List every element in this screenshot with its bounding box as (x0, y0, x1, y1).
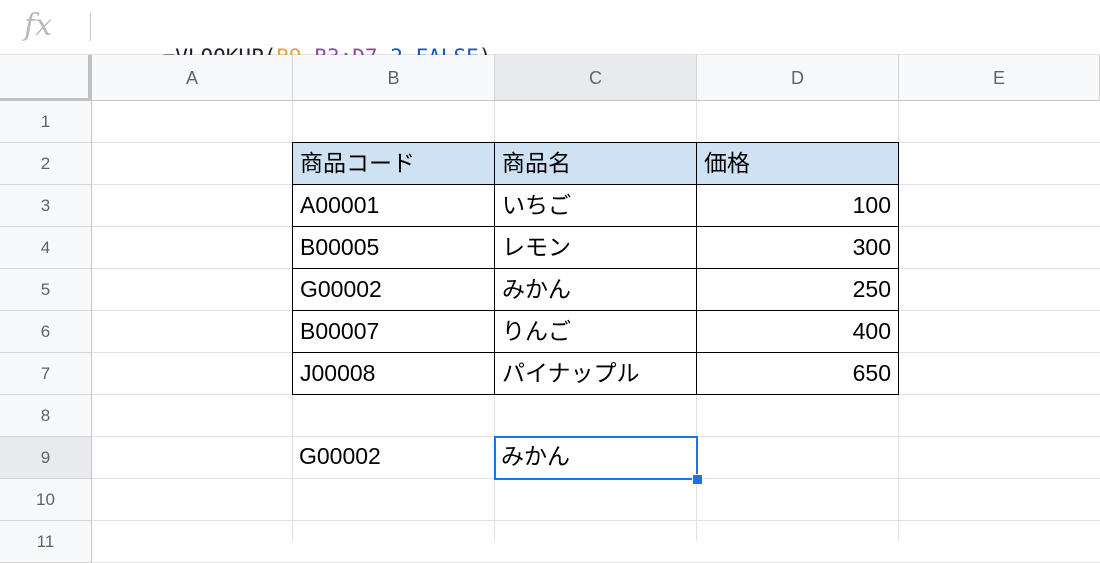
column-header-c[interactable]: C (495, 55, 697, 101)
spreadsheet-grid: A B C D E 1 2 3 4 5 6 7 8 9 10 11 商品コード 商品名 価格 A00001 いちご 100… (0, 55, 1100, 563)
product-code-cell[interactable]: G00002 (292, 268, 495, 311)
column-header-a[interactable]: A (92, 55, 293, 101)
price-cell[interactable]: 400 (696, 310, 899, 353)
price-cell[interactable]: 100 (696, 184, 899, 227)
row-header-2[interactable]: 2 (0, 143, 92, 185)
row-header-5[interactable]: 5 (0, 269, 92, 311)
product-name-cell[interactable]: パイナップル (494, 352, 697, 395)
table-header-cell[interactable]: 商品コード (292, 142, 495, 185)
row-header-6[interactable]: 6 (0, 311, 92, 353)
fill-handle[interactable] (692, 474, 703, 485)
row-header-7[interactable]: 7 (0, 353, 92, 395)
product-name-cell[interactable]: レモン (494, 226, 697, 269)
table-header-cell[interactable]: 価格 (696, 142, 899, 185)
row-header-9[interactable]: 9 (0, 437, 92, 479)
select-all-corner[interactable] (0, 55, 88, 98)
gridline-horizontal (92, 520, 1100, 521)
formula-bar-divider (90, 13, 91, 41)
row-header-4[interactable]: 4 (0, 227, 92, 269)
product-name-cell[interactable]: いちご (494, 184, 697, 227)
column-header-e[interactable]: E (899, 55, 1100, 101)
product-code-cell[interactable]: A00001 (292, 184, 495, 227)
row-header-3[interactable]: 3 (0, 185, 92, 227)
price-cell[interactable]: 300 (696, 226, 899, 269)
product-name-cell[interactable]: みかん (494, 268, 697, 311)
lookup-result-cell[interactable]: みかん (494, 436, 697, 479)
formula-input[interactable]: =VLOOKUP(B9,B3:D7,2,FALSE) (112, 12, 492, 69)
price-cell[interactable]: 650 (696, 352, 899, 395)
column-header-b[interactable]: B (293, 55, 495, 101)
price-cell[interactable]: 250 (696, 268, 899, 311)
row-header-1[interactable]: 1 (0, 101, 92, 143)
table-header-cell[interactable]: 商品名 (494, 142, 697, 185)
row-header-8[interactable]: 8 (0, 395, 92, 437)
column-header-d[interactable]: D (697, 55, 899, 101)
product-code-cell[interactable]: B00007 (292, 310, 495, 353)
product-code-cell[interactable]: J00008 (292, 352, 495, 395)
product-code-cell[interactable]: B00005 (292, 226, 495, 269)
product-name-cell[interactable]: りんご (494, 310, 697, 353)
fx-icon: fx (24, 8, 53, 43)
formula-bar: fx =VLOOKUP(B9,B3:D7,2,FALSE) (0, 0, 1100, 69)
lookup-key-cell[interactable]: G00002 (292, 436, 495, 479)
row-header-11[interactable]: 11 (0, 521, 92, 563)
row-header-10[interactable]: 10 (0, 479, 92, 521)
